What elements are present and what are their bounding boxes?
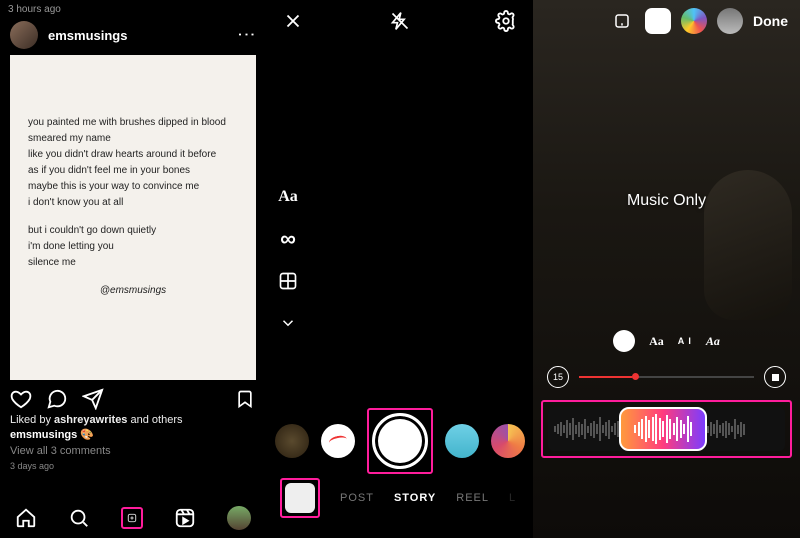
post-actions: [0, 380, 266, 414]
filter-thumb-4[interactable]: [491, 424, 525, 458]
author-avatar[interactable]: [10, 21, 38, 49]
camera-modes: POST STORY REEL L: [266, 478, 533, 518]
music-display-label: Music Only: [533, 192, 800, 210]
music-editor-panel: Done Music Only Aa A I Aa 15: [533, 0, 800, 538]
scrubber-highlight: [541, 400, 792, 458]
duration-button[interactable]: 15: [547, 366, 569, 388]
expand-tools-icon[interactable]: [276, 311, 300, 335]
style-font-3[interactable]: Aa: [706, 334, 720, 349]
clip-timeline: 15: [533, 358, 800, 396]
create-post-icon[interactable]: [121, 507, 143, 529]
camera-side-tools: Aa ∞: [276, 185, 300, 335]
close-icon[interactable]: [282, 10, 304, 32]
style-none[interactable]: [613, 330, 635, 352]
style-font-2[interactable]: A I: [678, 336, 692, 346]
filter-carousel: [266, 408, 533, 474]
view-comments-link[interactable]: View all 3 comments: [0, 443, 266, 459]
camera-top-bar: [266, 0, 533, 42]
reels-icon[interactable]: [174, 507, 196, 529]
done-button[interactable]: Done: [753, 13, 788, 29]
poem-stanza-1: you painted me with brushes dipped in bl…: [28, 115, 238, 211]
comment-icon[interactable]: [46, 388, 68, 410]
mode-story[interactable]: STORY: [394, 492, 436, 504]
stop-button[interactable]: [764, 366, 786, 388]
mode-post[interactable]: POST: [340, 492, 374, 504]
home-icon[interactable]: [15, 507, 37, 529]
sticker-icon[interactable]: [645, 8, 671, 34]
effects-icon[interactable]: [681, 8, 707, 34]
bottom-nav: [0, 498, 266, 538]
gallery-highlight: [280, 478, 320, 518]
lyric-style-picker: Aa A I Aa: [533, 330, 800, 352]
filter-thumb-3[interactable]: [445, 424, 479, 458]
poem-signature: @emsmusings: [28, 283, 238, 299]
gallery-button[interactable]: [285, 483, 315, 513]
mode-reel[interactable]: REEL: [456, 492, 489, 504]
style-font-1[interactable]: Aa: [649, 334, 664, 349]
shutter-button[interactable]: [372, 413, 428, 469]
author-username[interactable]: emsmusings: [48, 28, 127, 43]
filter-thumb-2[interactable]: [321, 424, 355, 458]
liked-by-text[interactable]: Liked by ashreyawrites and others: [0, 414, 266, 426]
mode-live[interactable]: L: [509, 492, 516, 504]
filter-thumb-1[interactable]: [275, 424, 309, 458]
layout-icon[interactable]: [276, 269, 300, 293]
like-icon[interactable]: [10, 388, 32, 410]
flash-off-icon[interactable]: [389, 10, 411, 32]
poem-stanza-2: but i couldn't go down quietly i'm done …: [28, 223, 238, 271]
shutter-highlight: [367, 408, 433, 474]
post-image[interactable]: you painted me with brushes dipped in bl…: [10, 55, 256, 380]
boomerang-icon[interactable]: ∞: [276, 227, 300, 251]
caption-sticker-icon[interactable]: [609, 8, 635, 34]
audio-selection-window[interactable]: [619, 407, 707, 451]
more-options-icon[interactable]: ⋮: [245, 26, 249, 45]
top-timestamp: 3 hours ago: [0, 0, 266, 15]
tag-people-avatar[interactable]: [717, 8, 743, 34]
camera-panel: Aa ∞ POST STORY REEL L: [266, 0, 533, 538]
profile-avatar-nav[interactable]: [227, 506, 251, 530]
post-age: 3 days ago: [0, 459, 266, 475]
text-tool-icon[interactable]: Aa: [276, 185, 300, 209]
post-header: emsmusings ⋮: [0, 15, 266, 55]
settings-icon[interactable]: [495, 10, 517, 32]
search-icon[interactable]: [68, 507, 90, 529]
editor-top-bar: Done: [533, 0, 800, 42]
save-icon[interactable]: [234, 388, 256, 410]
post-caption[interactable]: emsmusings 🎨: [0, 426, 266, 443]
feed-panel: 3 hours ago emsmusings ⋮ you painted me …: [0, 0, 266, 538]
share-icon[interactable]: [82, 388, 104, 410]
progress-track[interactable]: [579, 376, 754, 378]
